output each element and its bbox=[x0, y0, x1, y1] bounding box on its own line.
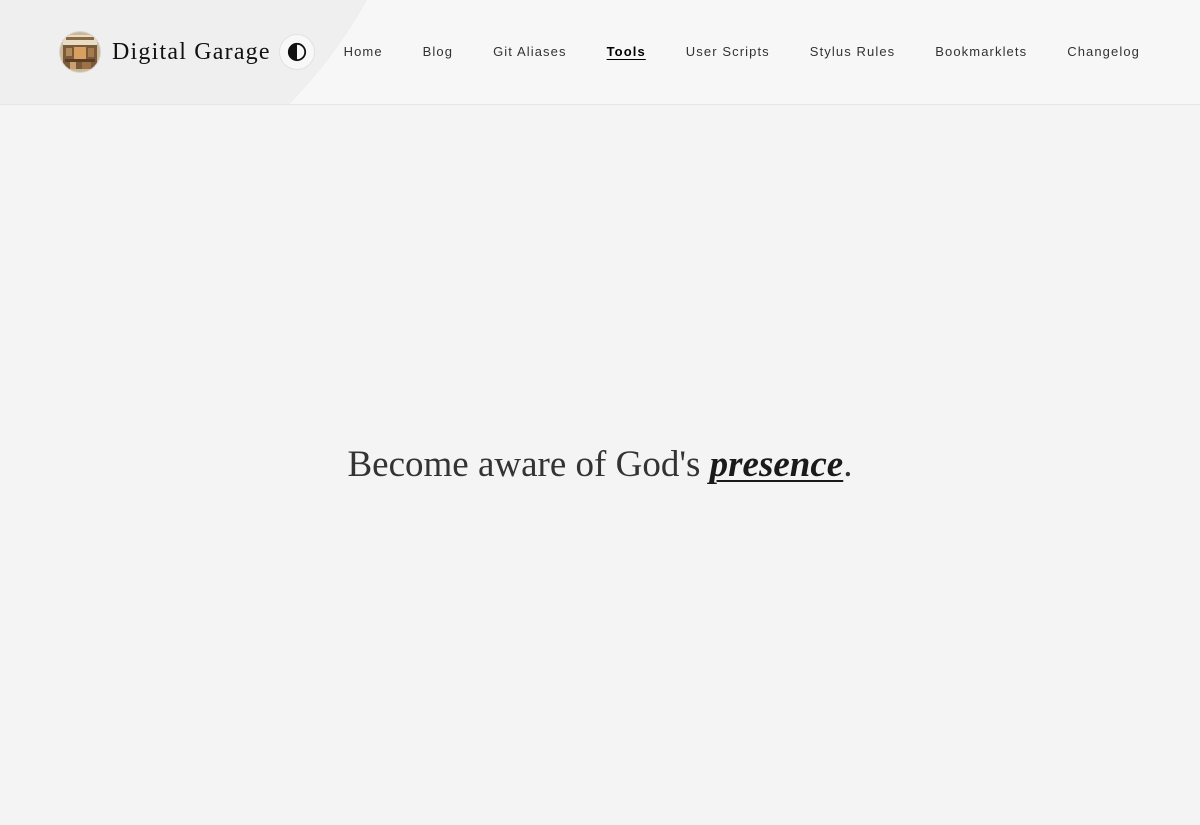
quote-text: Become aware of God's bbox=[347, 444, 710, 485]
avatar[interactable] bbox=[60, 32, 100, 72]
nav-link-home[interactable]: Home bbox=[344, 43, 383, 61]
nav-link-tools[interactable]: Tools bbox=[607, 43, 646, 61]
main-nav: Home Blog Git Aliases Tools User Scripts… bbox=[344, 43, 1140, 61]
quote-period: . bbox=[843, 444, 853, 485]
workbench-avatar-icon bbox=[60, 32, 100, 72]
brand: Digital Garage bbox=[60, 32, 315, 72]
nav-link-changelog[interactable]: Changelog bbox=[1067, 43, 1140, 61]
theme-toggle-button[interactable] bbox=[278, 34, 315, 70]
nav-link-blog[interactable]: Blog bbox=[423, 43, 453, 61]
quote-emphasis-link[interactable]: presence bbox=[710, 444, 844, 485]
site-title[interactable]: Digital Garage bbox=[112, 39, 271, 66]
nav-link-bookmarklets[interactable]: Bookmarklets bbox=[935, 43, 1027, 61]
nav-link-git-aliases[interactable]: Git Aliases bbox=[493, 43, 567, 61]
nav-link-stylus-rules[interactable]: Stylus Rules bbox=[810, 43, 895, 61]
quote: Become aware of God's presence. bbox=[0, 440, 1200, 490]
nav-link-user-scripts[interactable]: User Scripts bbox=[686, 43, 770, 61]
half-circle-contrast-icon bbox=[287, 42, 306, 62]
site-header: Digital Garage Home Blog Git Aliases Too… bbox=[0, 0, 1200, 105]
